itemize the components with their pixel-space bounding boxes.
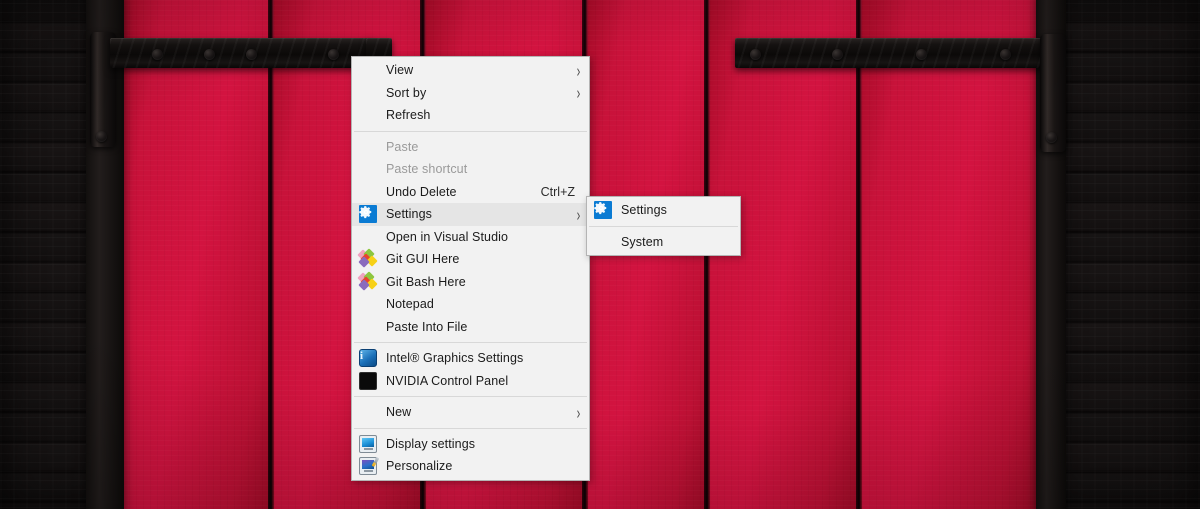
menu-separator <box>354 427 587 429</box>
menu-separator <box>354 342 587 343</box>
menu-item-label: Intel® Graphics Settings <box>386 351 524 366</box>
icon-placeholder <box>359 403 377 421</box>
icon-placeholder <box>359 84 377 102</box>
menu-item-paste-shortcut: Paste shortcut <box>352 158 589 181</box>
menu-item-label: Paste Into File <box>386 319 468 334</box>
menu-item-label: System <box>621 234 664 249</box>
hinge-bolt <box>1046 132 1057 143</box>
menu-item-label: Display settings <box>386 436 476 451</box>
icon-placeholder <box>359 183 377 201</box>
icon-placeholder <box>359 138 377 156</box>
menu-item-label: NVIDIA Control Panel <box>386 373 509 388</box>
monitor-icon <box>359 434 377 453</box>
menu-item-label: Open in Visual Studio <box>386 229 509 244</box>
nvidia-icon <box>359 371 377 390</box>
menu-item-view[interactable]: View › <box>352 59 589 82</box>
chevron-right-icon: › <box>576 204 580 225</box>
menu-item-label: Undo Delete <box>386 184 457 199</box>
hinge-bolt <box>96 131 107 142</box>
hinge-bolt <box>916 49 927 60</box>
icon-placeholder <box>594 233 612 251</box>
icon-placeholder <box>359 160 377 178</box>
git-icon <box>357 248 378 268</box>
icon-placeholder <box>359 318 377 336</box>
icon-placeholder <box>359 228 377 246</box>
menu-item-intel-graphics[interactable]: i Intel® Graphics Settings <box>352 347 589 370</box>
menu-item-open-in-vs[interactable]: Open in Visual Studio <box>352 226 589 249</box>
hinge-bolt <box>152 49 163 60</box>
menu-item-label: Git Bash Here <box>386 274 466 289</box>
menu-item-label: Paste shortcut <box>386 162 468 177</box>
git-icon <box>357 271 378 291</box>
menu-item-label: Paste <box>386 139 419 154</box>
menu-item-refresh[interactable]: Refresh <box>352 104 589 127</box>
hinge-bolt <box>204 49 215 60</box>
menu-item-label: Sort by <box>386 85 427 100</box>
menu-item-personalize[interactable]: Personalize <box>352 455 589 478</box>
menu-item-sort-by[interactable]: Sort by › <box>352 82 589 105</box>
menu-separator <box>589 225 738 227</box>
menu-item-label: Personalize <box>386 459 453 474</box>
gear-icon <box>594 201 612 220</box>
settings-submenu[interactable]: Settings System <box>586 196 741 256</box>
menu-item-label: Settings <box>621 203 667 218</box>
menu-item-git-gui-here[interactable]: Git GUI Here <box>352 248 589 271</box>
menu-separator <box>354 396 587 397</box>
icon-placeholder <box>359 61 377 79</box>
icon-placeholder <box>359 295 377 313</box>
menu-item-git-bash-here[interactable]: Git Bash Here <box>352 271 589 294</box>
hinge-bolt <box>1000 49 1011 60</box>
hinge-bolt <box>328 49 339 60</box>
intel-icon: i <box>359 349 377 368</box>
menu-item-new[interactable]: New › <box>352 401 589 424</box>
chevron-right-icon: › <box>576 60 580 81</box>
door-panel-6 <box>862 0 1044 509</box>
gear-icon <box>359 205 377 224</box>
menu-item-paste: Paste <box>352 136 589 159</box>
menu-item-undo-delete[interactable]: Undo Delete Ctrl+Z <box>352 181 589 204</box>
chevron-right-icon: › <box>576 82 580 103</box>
menu-item-display-settings[interactable]: Display settings <box>352 433 589 456</box>
door-panel-1 <box>122 0 274 509</box>
hinge-bolt <box>246 49 257 60</box>
personalize-icon <box>359 457 380 476</box>
menu-item-shortcut: Ctrl+Z <box>540 184 575 199</box>
menu-item-settings[interactable]: Settings › <box>352 203 589 226</box>
menu-item-label: Settings <box>386 207 432 222</box>
hinge-bolt <box>750 49 761 60</box>
icon-placeholder <box>359 106 377 124</box>
hinge-bolt <box>832 49 843 60</box>
menu-item-label: New <box>386 405 412 420</box>
menu-item-sub-settings[interactable]: Settings <box>587 199 740 222</box>
menu-item-label: Refresh <box>386 108 431 123</box>
menu-item-label: View <box>386 63 414 78</box>
menu-item-label: Git GUI Here <box>386 252 460 267</box>
menu-item-label: Notepad <box>386 297 434 312</box>
menu-separator <box>354 130 587 132</box>
menu-item-paste-into-file[interactable]: Paste Into File <box>352 316 589 339</box>
menu-item-notepad[interactable]: Notepad <box>352 293 589 316</box>
chevron-right-icon: › <box>576 402 580 423</box>
menu-item-nvidia-panel[interactable]: NVIDIA Control Panel <box>352 370 589 393</box>
desktop[interactable]: View › Sort by › Refresh Paste Paste shortcut U… <box>0 0 1200 509</box>
menu-item-sub-system[interactable]: System <box>587 231 740 254</box>
desktop-context-menu[interactable]: View › Sort by › Refresh Paste Paste shortcut U… <box>351 56 590 481</box>
